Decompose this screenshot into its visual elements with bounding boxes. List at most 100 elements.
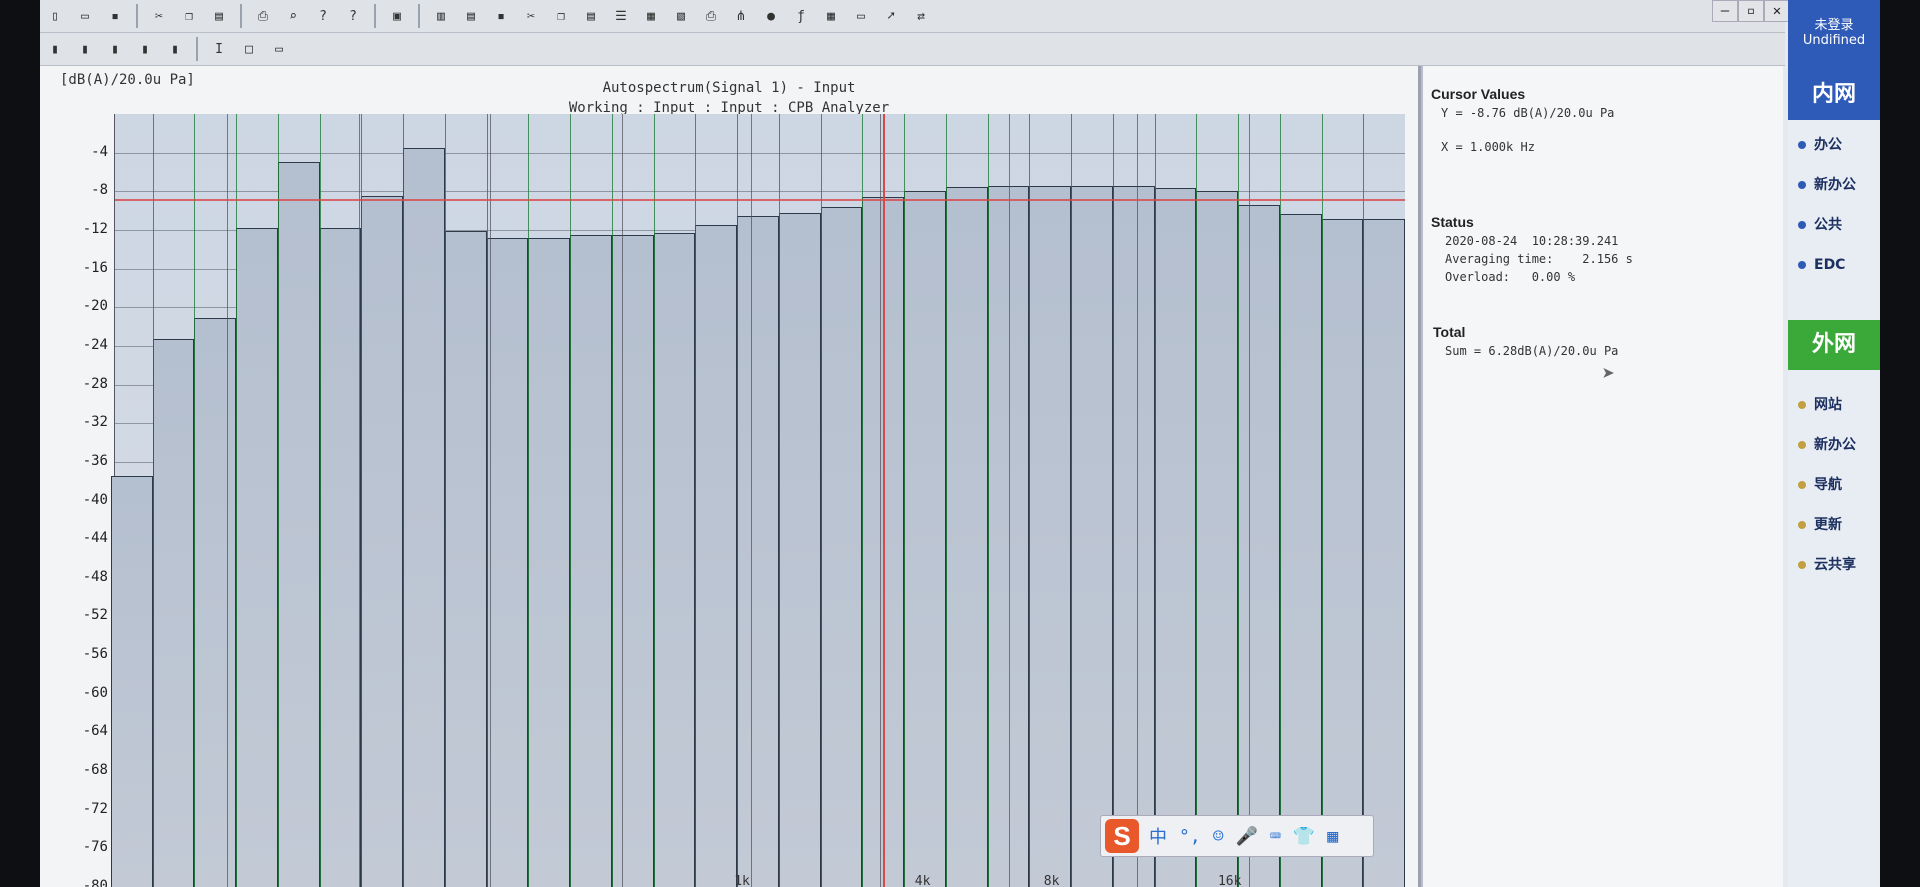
spectrum-bar — [1321, 219, 1364, 887]
link-icon[interactable]: ⇄ — [910, 5, 932, 27]
intranet-item[interactable]: 公共 — [1798, 210, 1878, 240]
extranet-item[interactable]: 网站 — [1798, 390, 1878, 420]
restore-button[interactable]: ▫ — [1738, 0, 1764, 22]
table-icon[interactable]: ▦ — [820, 5, 842, 27]
cursor-vertical-line[interactable] — [883, 114, 886, 887]
copy-icon[interactable]: ❐ — [178, 5, 200, 27]
bars-icon[interactable]: ▮ — [74, 38, 96, 60]
plot-panel[interactable]: [dB(A)/20.0u Pa] Autospectrum(Signal 1) … — [40, 66, 1421, 887]
paste-icon[interactable]: ▤ — [208, 5, 230, 27]
close-button[interactable]: ✕ — [1764, 0, 1790, 22]
extranet-item-label: 网站 — [1814, 397, 1842, 413]
spectrum-bar — [737, 216, 779, 887]
screen: ▯ ▭ ▪ ✂ ❐ ▤ ⎙ ⌕?? ▣ ▥ ▤ ▪ ✂ ❐ ▤ ☰ ▦ ▧ ⎙ ⋔ ● ƒ ▦ ▭ ➚ ⇄ ▮ ▮ ▮ ▮ ▮ I □ ▭ – … — [40, 0, 1880, 887]
x-tick-label: 16k — [1217, 874, 1242, 887]
ime-punctuation-icon[interactable]: °, — [1179, 826, 1201, 847]
spectrum-bar — [904, 191, 946, 887]
login-status-text: 未登录 — [1814, 18, 1854, 33]
spectrum-bar — [1363, 219, 1405, 887]
y-tick-label: -56 — [82, 646, 108, 663]
database-icon[interactable]: ● — [760, 5, 782, 27]
extranet-item[interactable]: 云共享 — [1798, 550, 1878, 580]
arrow-icon[interactable]: ➚ — [880, 5, 902, 27]
screen-icon[interactable]: ▭ — [268, 38, 290, 60]
spectrum-bar — [611, 234, 654, 887]
window-icon[interactable]: ▭ — [850, 5, 872, 27]
status-title: Status — [1431, 214, 1474, 230]
text-cursor-icon[interactable]: I — [208, 38, 230, 60]
sheet-icon[interactable]: ▧ — [670, 5, 692, 27]
y-tick-label: -36 — [82, 452, 108, 469]
ime-skin-icon[interactable]: 👕 — [1293, 826, 1315, 847]
grid-line-vertical — [621, 114, 623, 887]
save-icon[interactable]: ▪ — [490, 5, 512, 27]
extranet-item[interactable]: 更新 — [1798, 510, 1878, 540]
cut-icon[interactable]: ✂ — [148, 5, 170, 27]
spectrum-bar — [1154, 188, 1197, 887]
intranet-item[interactable]: EDC — [1798, 250, 1878, 280]
print-icon[interactable]: ⎙ — [252, 5, 274, 27]
ime-keyboard-icon[interactable]: ⌨ — [1270, 826, 1281, 847]
extranet-header[interactable]: 外网 — [1788, 320, 1880, 370]
intranet-header[interactable]: 内网 — [1788, 70, 1880, 120]
login-status[interactable]: 未登录 Undifined — [1788, 0, 1880, 70]
open-icon[interactable]: ▭ — [74, 5, 96, 27]
spectrum-bar — [1071, 185, 1113, 887]
intranet-item[interactable]: 办公 — [1798, 130, 1878, 160]
book-icon[interactable]: ▥ — [430, 5, 452, 27]
bullet-icon — [1798, 261, 1806, 269]
bullet-icon — [1798, 401, 1806, 409]
ime-chinese-mode[interactable]: 中 — [1149, 823, 1167, 849]
print-preview-icon[interactable]: ⌕ — [282, 5, 304, 27]
ime-voice-icon[interactable]: 🎤 — [1236, 826, 1258, 847]
grid-line-vertical — [1071, 114, 1073, 887]
grid-line-vertical — [904, 114, 906, 887]
grid-line-vertical — [1321, 114, 1323, 887]
function-icon[interactable]: ƒ — [790, 5, 812, 27]
print-icon[interactable]: ⎙ — [700, 5, 722, 27]
grid-line-vertical — [361, 114, 363, 887]
grid-line-vertical — [1279, 114, 1281, 887]
extranet-item[interactable]: 新办公 — [1798, 430, 1878, 460]
minimize-button[interactable]: – — [1712, 0, 1738, 22]
ime-logo-icon[interactable]: S — [1105, 819, 1139, 853]
extranet-item[interactable]: 导航 — [1798, 470, 1878, 500]
paste-icon[interactable]: ▤ — [580, 5, 602, 27]
grid-line-vertical — [653, 114, 655, 887]
toolbar-separator — [136, 4, 138, 28]
monitor-icon[interactable]: ▣ — [386, 5, 408, 27]
list-icon[interactable]: ☰ — [610, 5, 632, 27]
toolbar-separator — [374, 4, 376, 28]
grid-icon[interactable]: ▦ — [640, 5, 662, 27]
doc-icon[interactable]: ▤ — [460, 5, 482, 27]
ime-tools-icon[interactable]: ▦ — [1327, 826, 1338, 847]
bars-icon[interactable]: ▮ — [44, 38, 66, 60]
y-tick-label: -72 — [82, 800, 108, 817]
ime-emoji-icon[interactable]: ☺ — [1213, 826, 1224, 847]
total-sum: Sum = 6.28dB(A)/20.0u Pa — [1445, 344, 1619, 358]
grid-line-vertical — [820, 114, 822, 887]
new-file-icon[interactable]: ▯ — [44, 5, 66, 27]
spectrum-bar — [820, 206, 863, 887]
plot-area[interactable]: 1k 4k 8k 16k — [111, 114, 1405, 887]
context-help-icon[interactable]: ? — [342, 5, 364, 27]
bars-icon[interactable]: ▮ — [164, 38, 186, 60]
cursor-horizontal-line[interactable] — [115, 198, 1405, 201]
bars-icon[interactable]: ▮ — [134, 38, 156, 60]
copy-icon[interactable]: ❐ — [550, 5, 572, 27]
cut-icon[interactable]: ✂ — [520, 5, 542, 27]
tree-icon[interactable]: ⋔ — [730, 5, 752, 27]
intranet-item[interactable]: 新办公 — [1798, 170, 1878, 200]
save-icon[interactable]: ▪ — [104, 5, 126, 27]
mouse-pointer-icon: ➤ — [1602, 362, 1616, 387]
spectrum-bar — [1029, 185, 1072, 887]
ime-toolbar[interactable]: S 中 °, ☺ 🎤 ⌨ 👕 ▦ — [1100, 815, 1374, 857]
extranet-item-label: 云共享 — [1814, 557, 1856, 573]
y-tick-label: -12 — [82, 220, 108, 237]
help-icon[interactable]: ? — [312, 5, 334, 27]
cursor-y-value: Y = -8.76 dB(A)/20.0u Pa — [1441, 106, 1615, 120]
rectangle-icon[interactable]: □ — [238, 38, 260, 60]
grid-line-vertical — [227, 114, 229, 887]
bars-icon[interactable]: ▮ — [104, 38, 126, 60]
spectrum-bar — [570, 234, 612, 887]
